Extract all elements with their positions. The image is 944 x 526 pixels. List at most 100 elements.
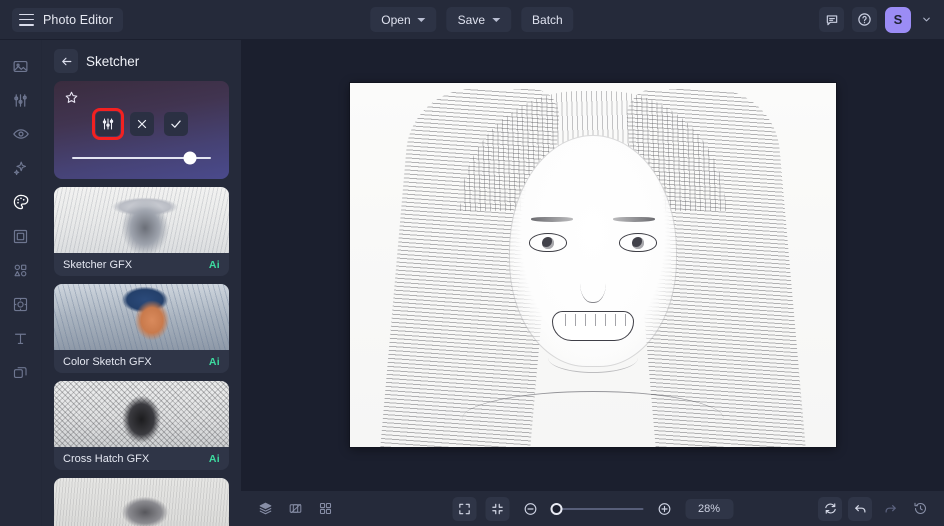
adjustments-icon xyxy=(14,93,27,107)
sidebar-item-shapes[interactable] xyxy=(5,254,37,286)
zoom-slider-track xyxy=(551,507,643,510)
edited-photo[interactable] xyxy=(349,83,836,447)
account-menu-button[interactable] xyxy=(919,14,934,25)
crop-icon xyxy=(13,297,28,311)
fit-screen-button[interactable] xyxy=(452,496,476,521)
preset-settings-button[interactable] xyxy=(91,108,124,140)
preset-action-buttons xyxy=(54,108,229,140)
bottom-toolbar: 28% xyxy=(241,490,944,526)
thumbnail-art xyxy=(54,478,229,526)
history-tools xyxy=(818,496,932,521)
tool-rail xyxy=(0,40,41,526)
layers-stack-button[interactable] xyxy=(253,497,277,521)
grid-view-icon xyxy=(319,502,331,515)
avatar[interactable]: S xyxy=(885,6,911,33)
image-icon xyxy=(13,60,28,72)
palette-icon xyxy=(13,194,28,210)
actual-size-button[interactable] xyxy=(485,496,509,521)
thumbnail-art xyxy=(54,284,229,350)
help-button[interactable] xyxy=(852,7,877,32)
check-icon xyxy=(170,120,181,128)
preset-caption: Color Sketch GFX Ai xyxy=(54,350,229,373)
app-title: Photo Editor xyxy=(43,12,113,27)
preset-card[interactable]: Color Sketch GFX Ai xyxy=(54,284,229,373)
preset-intensity-slider[interactable] xyxy=(72,151,211,165)
grid-view-button[interactable] xyxy=(313,497,337,521)
sidebar-item-styles[interactable] xyxy=(5,186,37,218)
sparkles-icon xyxy=(13,161,27,175)
open-label: Open xyxy=(381,12,411,27)
ai-badge: Ai xyxy=(208,452,220,465)
sidebar-item-text[interactable] xyxy=(5,322,37,354)
sidebar-item-adjustments[interactable] xyxy=(5,84,37,116)
sidebar-item-preview[interactable] xyxy=(5,118,37,150)
feedback-button[interactable] xyxy=(819,7,844,32)
canvas-area[interactable] xyxy=(241,40,944,490)
preset-thumbnail xyxy=(54,187,229,253)
mouth xyxy=(551,311,634,341)
star-icon[interactable] xyxy=(64,90,79,105)
thumbnail-art xyxy=(54,187,229,253)
compare-button[interactable] xyxy=(283,497,307,521)
sidebar-item-effects[interactable] xyxy=(5,152,37,184)
zoom-level[interactable]: 28% xyxy=(685,498,733,519)
panel-header: Sketcher xyxy=(42,40,241,81)
preset-name: Sketcher GFX xyxy=(63,258,133,271)
zoom-controls: 28% xyxy=(452,496,733,521)
preset-name: Color Sketch GFX xyxy=(63,355,152,368)
sidebar-item-image[interactable] xyxy=(5,50,37,82)
preset-card[interactable] xyxy=(54,478,229,526)
shapes-icon xyxy=(14,264,27,276)
eyebrow-left xyxy=(530,217,573,222)
face xyxy=(508,135,677,373)
redo-button[interactable] xyxy=(878,497,902,521)
zoom-in-button[interactable] xyxy=(652,497,676,521)
open-button[interactable]: Open xyxy=(370,7,437,32)
active-preset-card[interactable] xyxy=(54,81,229,179)
preset-apply-button[interactable] xyxy=(163,112,188,136)
layers-icon xyxy=(13,366,27,378)
reset-button[interactable] xyxy=(818,496,842,521)
layers-stack-icon xyxy=(259,502,271,515)
panel-title: Sketcher xyxy=(86,53,140,69)
batch-label: Batch xyxy=(532,12,563,27)
ai-badge: Ai xyxy=(208,258,220,271)
minus-circle-icon xyxy=(524,502,536,515)
chevron-down-icon xyxy=(923,17,930,22)
undo-button[interactable] xyxy=(848,496,872,521)
zoom-slider-handle[interactable] xyxy=(550,502,563,515)
preset-cancel-button[interactable] xyxy=(129,112,154,136)
zoom-out-button[interactable] xyxy=(518,497,542,521)
batch-button[interactable]: Batch xyxy=(521,7,574,32)
save-button[interactable]: Save xyxy=(446,7,512,32)
preset-card[interactable]: Sketcher GFX Ai xyxy=(54,187,229,276)
ai-badge: Ai xyxy=(208,355,220,368)
effects-panel: Sketcher Sketcher GFX Ai Color Sketch GF… xyxy=(41,40,241,526)
sidebar-item-transform[interactable] xyxy=(5,288,37,320)
workspace: Sketcher Sketcher GFX Ai Color Sketch GF… xyxy=(0,40,944,526)
frame-icon xyxy=(13,229,28,243)
eye-right xyxy=(618,233,657,252)
help-circle-icon xyxy=(858,13,871,26)
comment-icon xyxy=(826,14,837,25)
eyebrow-right xyxy=(612,217,655,222)
plus-circle-icon xyxy=(658,502,670,515)
top-toolbar: Photo Editor Open Save Batch S xyxy=(0,0,944,40)
thumbnail-art xyxy=(54,381,229,447)
preset-caption: Cross Hatch GFX Ai xyxy=(54,447,229,470)
save-label: Save xyxy=(457,12,486,27)
zoom-slider[interactable] xyxy=(550,502,643,516)
redo-icon xyxy=(885,505,896,513)
view-tools xyxy=(253,497,337,521)
app-menu-button[interactable]: Photo Editor xyxy=(12,7,123,32)
arrow-left-icon xyxy=(61,57,71,65)
hamburger-icon xyxy=(19,13,34,26)
slider-handle[interactable] xyxy=(183,151,197,165)
back-button[interactable] xyxy=(54,49,78,73)
history-button[interactable] xyxy=(908,497,932,521)
preset-card[interactable]: Cross Hatch GFX Ai xyxy=(54,381,229,470)
eye-icon xyxy=(12,129,29,139)
sidebar-item-layers[interactable] xyxy=(5,356,37,388)
preset-list[interactable]: Sketcher GFX Ai Color Sketch GFX Ai Cros… xyxy=(42,81,241,526)
sidebar-item-frames[interactable] xyxy=(5,220,37,252)
